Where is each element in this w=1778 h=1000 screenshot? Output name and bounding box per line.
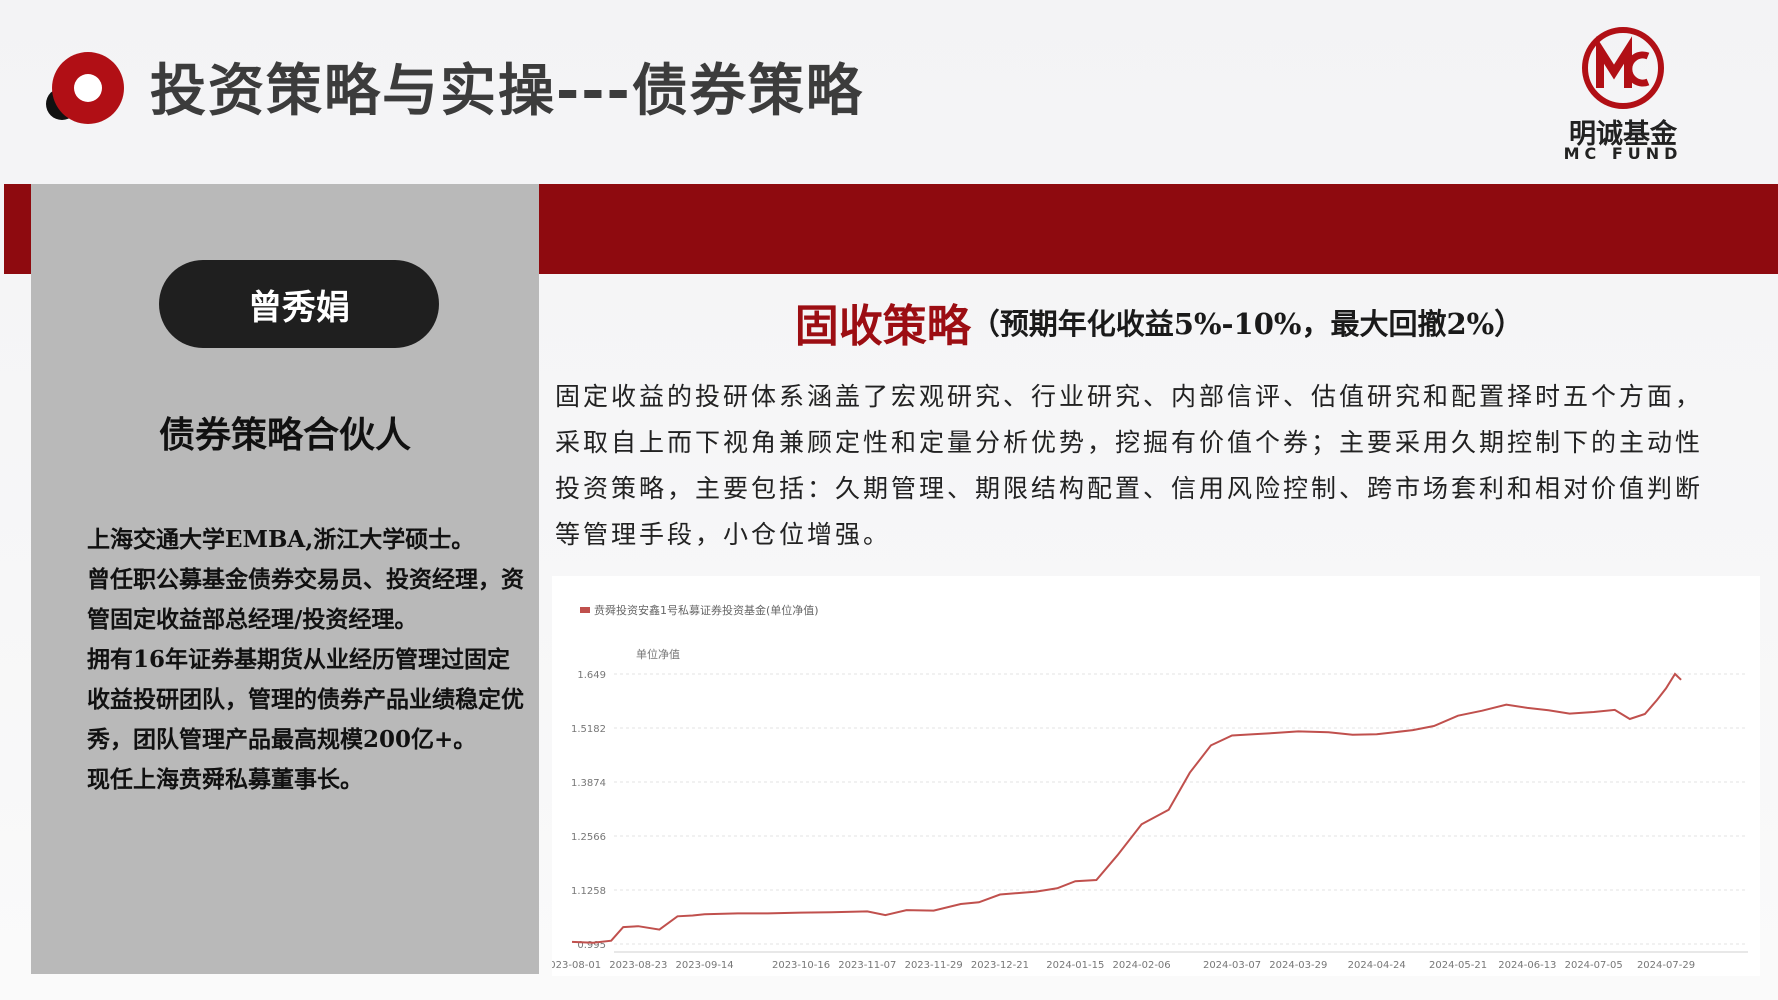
page-title: 投资策略与实操---债券策略 <box>150 59 864 124</box>
nav-chart: 贲舜投资安鑫1号私募证券投资基金(单位净值) 单位净值 0.995 1.1258 1… <box>552 576 1760 976</box>
legend-swatch <box>580 607 590 613</box>
brand-logo: 明诚基金 MC FUND <box>1548 26 1698 166</box>
x-ticks: 2023-08-01 2023-08-23 2023-09-14 2023-10-16… <box>552 951 1748 971</box>
x-tick-label: 2024-01-15 <box>1046 960 1104 971</box>
x-tick-label: 2023-11-29 <box>905 960 963 971</box>
mc-fund-logo-icon <box>1582 27 1664 109</box>
x-tick-label: 2024-03-07 <box>1203 960 1261 971</box>
y-tick-label: 1.3874 <box>571 778 606 789</box>
x-tick-label: 2023-11-07 <box>838 960 896 971</box>
x-tick-label: 2023-08-01 <box>552 960 601 971</box>
strategy-subtitle: （预期年化收益5%-10%，最大回撤2%） <box>970 307 1524 341</box>
y-tick-label: 1.5182 <box>571 724 606 735</box>
x-tick-label: 2024-04-24 <box>1348 960 1406 971</box>
brand-name-en: MC FUND <box>1563 144 1683 163</box>
bio-line: 上海交通大学EMBA,浙江大学硕士。 <box>87 526 475 553</box>
x-tick-label: 2023-10-16 <box>772 960 830 971</box>
y-tick-label: 1.2566 <box>571 832 606 843</box>
strategy-description: 固定收益的投研体系涵盖了宏观研究、行业研究、内部信评、估值研究和配置择时五个方面… <box>555 374 1713 558</box>
bio-line: 曾任职公募基金债券交易员、投资经理，资管固定收益部总经理/投资经理。 <box>87 566 524 633</box>
y-axis-label: 单位净值 <box>636 647 680 661</box>
legend-label: 贲舜投资安鑫1号私募证券投资基金(单位净值) <box>594 603 819 617</box>
bio-line: 拥有16年证券基期货从业经历管理过固定收益投研团队，管理的债券产品业绩稳定优秀，… <box>87 646 524 753</box>
grid-layer <box>614 673 1748 945</box>
nav-line-chart: 贲舜投资安鑫1号私募证券投资基金(单位净值) 单位净值 0.9951.12581… <box>552 603 1748 971</box>
profile-bio: 上海交通大学EMBA,浙江大学硕士。 曾任职公募基金债券交易员、投资经理，资管固… <box>87 520 527 800</box>
y-tick-label: 1.1258 <box>571 886 606 897</box>
y-tick-label: 1.649 <box>577 670 606 681</box>
brand-ring-icon <box>46 52 124 124</box>
y-ticks: 0.9951.12581.25661.38741.51821.649 <box>571 670 606 951</box>
x-tick-label: 2023-12-21 <box>971 960 1029 971</box>
profile-panel: 曾秀娟 债券策略合伙人 上海交通大学EMBA,浙江大学硕士。 曾任职公募基金债券… <box>31 184 539 974</box>
profile-name: 曾秀娟 <box>159 260 439 348</box>
strategy-title: 固收策略 <box>794 301 971 352</box>
x-tick-label: 2023-08-23 <box>609 960 667 971</box>
x-tick-label: 2024-05-21 <box>1429 960 1487 971</box>
profile-role: 债券策略合伙人 <box>158 415 411 456</box>
x-tick-label: 2023-09-14 <box>676 960 734 971</box>
bio-line: 现任上海贲舜私募董事长。 <box>87 766 363 793</box>
x-tick-label: 2024-07-05 <box>1565 960 1623 971</box>
x-tick-label: 2024-02-06 <box>1113 960 1171 971</box>
strategy-heading: 固收策略（预期年化收益5%-10%，最大回撤2%） <box>540 290 1778 354</box>
description-text: 固定收益的投研体系涵盖了宏观研究、行业研究、内部信评、估值研究和配置择时五个方面… <box>555 382 1704 549</box>
x-tick-label: 2024-03-29 <box>1269 960 1327 971</box>
x-tick-label: 2024-07-29 <box>1637 960 1695 971</box>
x-tick-label: 2024-06-13 <box>1498 960 1556 971</box>
series-line <box>571 672 1682 944</box>
